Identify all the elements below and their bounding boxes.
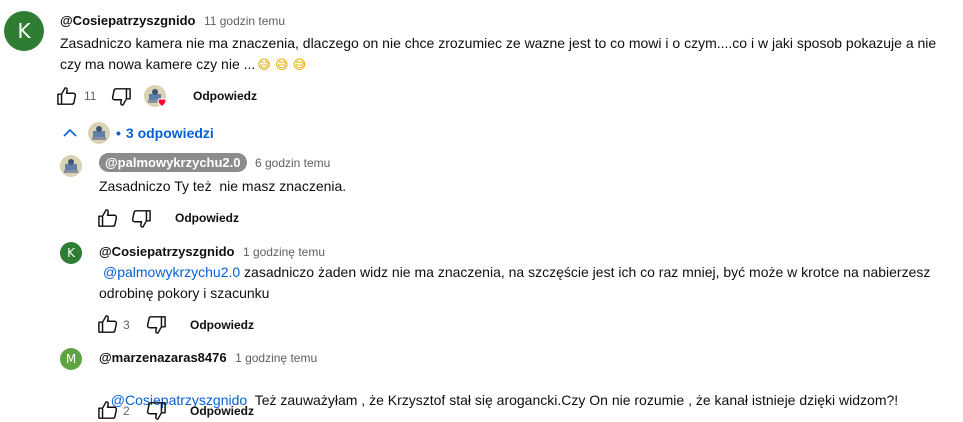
reply-text-line2: odrobinę pokory i szacunku [99,285,270,301]
reply-reply-button[interactable]: Odpowiedz [175,211,239,225]
reply-header: @marzenazaras8476 1 godzinę temu [99,349,317,367]
comment-header: @Cosiepatrzyszgnido 11 godzin temu [60,12,285,30]
thumbs-up-icon [98,209,118,227]
reply-text: @palmowykrzychu2.0 zasadniczo żaden widz… [99,262,959,304]
reply-button[interactable]: Odpowiedz [193,89,257,103]
replies-count: 3 odpowiedzi [125,125,214,141]
reply-avatar[interactable]: K [60,242,82,264]
replier-avatar [88,122,110,144]
reply-dislike-button[interactable] [145,401,167,421]
reply-time[interactable]: 6 godzin temu [255,156,330,170]
reply-time[interactable]: 1 godzinę temu [235,351,317,365]
reply-like-button[interactable] [97,400,119,420]
thumbs-up-icon [98,401,118,419]
reply-like-count: 3 [123,318,130,332]
reply-header: @Cosiepatrzyszgnido 1 godzinę temu [99,243,325,261]
chevron-up-icon [63,128,77,137]
thumbs-down-icon [146,316,166,334]
avatar[interactable]: K [4,11,44,51]
thumbs-down-icon [131,210,151,228]
reply-like-count: 2 [123,404,130,418]
reply-author-badge[interactable]: @palmowykrzychu2.0 [99,153,247,172]
replies-toggle[interactable]: • 3 odpowiedzi [62,121,222,145]
reply-header: @palmowykrzychu2.0 6 godzin temu [99,153,330,172]
reply-text-line1: zasadniczo żaden widz nie ma znaczenia, … [240,264,931,280]
emoji-group: 😅 😅 😅 [257,58,307,73]
comment-author[interactable]: @Cosiepatrzyszgnido [60,13,195,28]
reply-dislike-button[interactable] [145,315,167,335]
thumbs-up-icon [98,315,118,333]
comment-text: Zasadniczo kamera nie ma znaczenia, dlac… [60,33,950,76]
reply-author[interactable]: @Cosiepatrzyszgnido [99,244,234,259]
dislike-button[interactable] [110,87,132,107]
comment-text-line1: Zasadniczo kamera nie ma znaczenia, dlac… [60,35,937,51]
reply-text-body: Też zauważyłam , że Krzysztof stał się a… [247,392,899,408]
reply-text: Zasadniczo Ty też nie masz znaczenia. [99,178,347,194]
reply-avatar[interactable] [60,155,82,177]
reply-like-button[interactable] [97,314,119,334]
reply-reply-button[interactable]: Odpowiedz [190,318,254,332]
channel-logo-icon [60,155,82,177]
reply-like-button[interactable] [97,208,119,228]
reply-avatar[interactable]: M [60,348,82,370]
reply-time[interactable]: 1 godzinę temu [243,245,325,259]
thumbs-down-icon [146,402,166,420]
reply-dislike-button[interactable] [130,209,152,229]
reply-reply-button[interactable]: Odpowiedz [190,404,254,418]
channel-logo-icon [88,122,110,144]
thumbs-up-icon [57,87,77,105]
like-count: 11 [84,89,97,103]
thumbs-down-icon [111,88,131,106]
like-button[interactable] [56,86,78,106]
replies-bullet: • [116,125,121,141]
heart-icon [156,96,168,108]
comment-text-line2: czy ma nowa kamere czy nie ... [60,56,256,72]
reply-author[interactable]: @marzenazaras8476 [99,350,227,365]
mention-link[interactable]: @palmowykrzychu2.0 [103,264,240,280]
comment-time[interactable]: 11 godzin temu [204,14,285,28]
